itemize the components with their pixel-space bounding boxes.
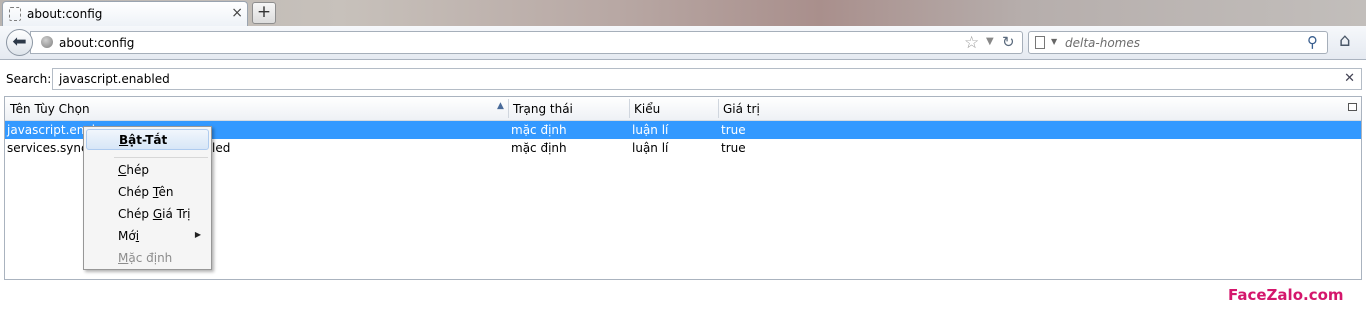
- menu-item-new[interactable]: Mới ▶: [84, 225, 211, 247]
- context-menu: Bật-Tắt Chép Chép Tên Chép Giá Trị Mới ▶…: [83, 126, 212, 270]
- menu-item-label: Mới: [118, 229, 140, 243]
- search-icon[interactable]: ⚲: [1307, 33, 1318, 51]
- config-filter-input[interactable]: javascript.enabled ✕: [52, 68, 1362, 90]
- tree-header: Tên Tùy Chọn ▲ Trạng thái Kiểu Giá trị: [5, 97, 1361, 121]
- history-dropdown-icon[interactable]: ▼: [986, 36, 994, 47]
- menu-item-label: Bật-Tắt: [119, 133, 168, 147]
- globe-icon[interactable]: [41, 36, 53, 48]
- pref-name-tail: led: [212, 141, 231, 155]
- menu-item-reset: Mặc định: [84, 247, 211, 269]
- column-splitter[interactable]: [508, 99, 509, 118]
- chevron-down-icon[interactable]: ▼: [1051, 37, 1057, 46]
- column-header-name[interactable]: Tên Tùy Chọn: [10, 102, 90, 116]
- filter-value[interactable]: javascript.enabled: [59, 72, 170, 86]
- url-bar[interactable]: about:config ☆ ▼ ↻: [30, 31, 1023, 54]
- pref-type: luận lí: [632, 141, 669, 155]
- blank-page-icon: [9, 7, 21, 21]
- menu-item-copy-value[interactable]: Chép Giá Trị: [84, 203, 211, 225]
- back-button[interactable]: ⬅: [6, 29, 33, 56]
- tab-title: about:config: [27, 7, 103, 21]
- menu-item-copy-name[interactable]: Chép Tên: [84, 181, 211, 203]
- menu-item-toggle[interactable]: Bật-Tắt: [86, 129, 209, 150]
- clear-icon[interactable]: ✕: [1344, 71, 1355, 86]
- search-label: Search:: [6, 72, 52, 86]
- menu-item-copy[interactable]: Chép: [84, 159, 211, 181]
- pref-status: mặc định: [511, 123, 567, 137]
- sort-ascending-icon[interactable]: ▲: [497, 101, 504, 111]
- watermark: FaceZalo.com: [1228, 286, 1344, 304]
- back-arrow-icon: ⬅: [12, 32, 27, 52]
- menu-item-label: Chép Tên: [118, 185, 174, 199]
- home-icon[interactable]: ⌂: [1339, 30, 1350, 51]
- reload-icon[interactable]: ↻: [1002, 33, 1015, 51]
- search-bar[interactable]: ▼ delta-homes ⚲: [1028, 31, 1328, 54]
- close-icon[interactable]: ×: [231, 5, 243, 21]
- tab-strip: about:config × +: [0, 0, 1366, 26]
- column-splitter[interactable]: [629, 99, 630, 118]
- config-search-row: Search: javascript.enabled ✕: [0, 62, 1366, 92]
- pref-value: true: [721, 123, 746, 137]
- column-header-value[interactable]: Giá trị: [723, 102, 760, 116]
- pref-status: mặc định: [511, 141, 567, 155]
- column-splitter[interactable]: [718, 99, 719, 118]
- new-tab-button[interactable]: +: [252, 2, 276, 24]
- menu-item-label: Chép: [118, 163, 149, 177]
- column-header-type[interactable]: Kiểu: [634, 102, 660, 116]
- pref-type: luận lí: [632, 123, 669, 137]
- pref-value: true: [721, 141, 746, 155]
- search-engine-icon[interactable]: [1035, 36, 1045, 49]
- menu-separator: [114, 157, 208, 158]
- column-picker-icon[interactable]: [1348, 103, 1357, 111]
- search-placeholder[interactable]: delta-homes: [1065, 36, 1140, 50]
- submenu-arrow-icon: ▶: [194, 230, 201, 239]
- tab-about-config[interactable]: about:config ×: [2, 1, 248, 26]
- navigation-toolbar: about:config ☆ ▼ ↻ ⬅ ▼ delta-homes ⚲ ⌂: [0, 26, 1366, 60]
- column-header-status[interactable]: Trạng thái: [513, 102, 573, 116]
- bookmark-star-icon[interactable]: ☆: [964, 33, 979, 53]
- menu-item-label: Mặc định: [118, 251, 173, 265]
- url-text[interactable]: about:config: [59, 36, 134, 50]
- menu-item-label: Chép Giá Trị: [118, 207, 191, 221]
